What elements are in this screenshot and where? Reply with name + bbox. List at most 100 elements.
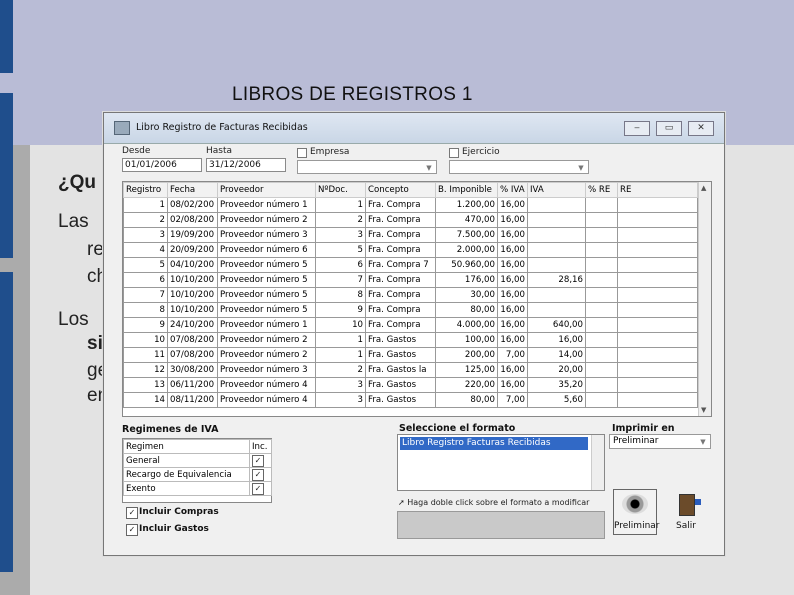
incluir-compras-label: Incluir Compras xyxy=(139,507,219,517)
regimenes-table[interactable]: Regimen Inc. General ✓ Recargo de Equiva… xyxy=(122,438,272,503)
formato-list[interactable]: Libro Registro Facturas Recibidas xyxy=(397,434,605,491)
checkbox-checked[interactable]: ✓ xyxy=(252,482,264,495)
table-cell: 04/10/200 xyxy=(167,257,218,273)
table-cell: 16,00 xyxy=(497,197,528,213)
preliminar-button[interactable]: Preliminar xyxy=(613,489,660,535)
eye-icon xyxy=(622,494,648,514)
chevron-down-icon: ▼ xyxy=(426,164,432,172)
table-cell: 176,00 xyxy=(435,272,498,288)
slide-text-fragment: ¿Qu xyxy=(58,172,96,193)
formato-scrollbar[interactable] xyxy=(591,435,604,490)
libro-registro-dialog: Libro Registro de Facturas Recibidas ‒ ▭… xyxy=(103,112,725,556)
checkbox-checked[interactable]: ✓ xyxy=(252,468,264,481)
table-cell xyxy=(585,242,618,258)
grid-scrollbar[interactable]: ▲ ▼ xyxy=(698,182,711,416)
table-cell: 30,00 xyxy=(435,287,498,303)
table-cell: Fra. Compra xyxy=(365,317,436,333)
column-header[interactable]: Concepto xyxy=(365,182,436,198)
table-row[interactable]: 11 07/08/200 Proveedor número 2 1 Fra. Gasto… xyxy=(123,347,698,363)
table-cell xyxy=(527,242,586,258)
scroll-up-icon[interactable]: ▲ xyxy=(701,184,706,192)
table-row[interactable]: 12 30/08/200 Proveedor número 3 2 Fra. Gasto… xyxy=(123,362,698,378)
table-cell: Fra. Gastos xyxy=(365,347,436,363)
table-cell: 16,00 xyxy=(497,287,528,303)
table-cell: 02/08/200 xyxy=(167,212,218,228)
table-cell: Fra. Compra xyxy=(365,287,436,303)
table-row[interactable]: 13 06/11/200 Proveedor número 4 3 Fra. Gasto… xyxy=(123,377,698,393)
empresa-checkbox[interactable] xyxy=(297,148,307,158)
formato-item-selected[interactable]: Libro Registro Facturas Recibidas xyxy=(400,437,588,450)
table-cell: 2 xyxy=(315,212,366,228)
table-row[interactable]: 9 24/10/200 Proveedor número 1 10 Fra. Compr… xyxy=(123,317,698,333)
title-bar[interactable]: Libro Registro de Facturas Recibidas ‒ ▭… xyxy=(104,113,724,144)
table-cell: 16,00 xyxy=(497,317,528,333)
table-cell: Fra. Compra xyxy=(365,197,436,213)
table-cell: 16,00 xyxy=(497,362,528,378)
formato-edit-area[interactable] xyxy=(397,511,605,539)
table-cell: 07/08/200 xyxy=(167,347,218,363)
column-header[interactable]: Fecha xyxy=(167,182,218,198)
table-cell: Fra. Gastos la xyxy=(365,362,436,378)
ejercicio-dropdown[interactable]: ▼ xyxy=(449,160,589,174)
table-row[interactable]: 7 10/10/200 Proveedor número 5 8 Fra. Compra… xyxy=(123,287,698,303)
table-cell: 6 xyxy=(123,272,168,288)
table-cell: 1 xyxy=(123,197,168,213)
table-cell xyxy=(617,197,698,213)
table-cell: 7,00 xyxy=(497,392,528,408)
table-cell xyxy=(617,302,698,318)
table-cell: 10 xyxy=(123,332,168,348)
table-cell xyxy=(527,197,586,213)
table-cell: 10 xyxy=(315,317,366,333)
maximize-button[interactable]: ▭ xyxy=(656,121,682,136)
table-row[interactable]: 14 08/11/200 Proveedor número 4 3 Fra. Gasto… xyxy=(123,392,698,408)
table-cell: 19/09/200 xyxy=(167,227,218,243)
table-cell: 5 xyxy=(315,242,366,258)
table-cell xyxy=(585,257,618,273)
incluir-compras-checkbox[interactable]: ✓ xyxy=(126,507,138,519)
incluir-gastos-checkbox[interactable]: ✓ xyxy=(126,524,138,536)
column-header[interactable]: B. Imponible xyxy=(435,182,498,198)
table-row[interactable]: 6 10/10/200 Proveedor número 5 7 Fra. Compra… xyxy=(123,272,698,288)
desde-date-field[interactable]: 01/01/2006 xyxy=(122,158,202,172)
table-cell: 2 xyxy=(315,362,366,378)
table-row[interactable]: 3 19/09/200 Proveedor número 3 3 Fra. Compra… xyxy=(123,227,698,243)
table-row[interactable]: Recargo de Equivalencia ✓ xyxy=(123,467,272,482)
table-cell: 30/08/200 xyxy=(167,362,218,378)
column-header[interactable]: Proveedor xyxy=(217,182,316,198)
table-row[interactable]: 2 02/08/200 Proveedor número 2 2 Fra. Compra… xyxy=(123,212,698,228)
table-row[interactable]: General ✓ xyxy=(123,453,272,468)
table-row[interactable]: 4 20/09/200 Proveedor número 6 5 Fra. Compra… xyxy=(123,242,698,258)
regimenes-title: Regimenes de IVA xyxy=(122,424,219,435)
table-row[interactable]: 5 04/10/200 Proveedor número 5 6 Fra. Compra… xyxy=(123,257,698,273)
table-row[interactable]: 1 08/02/200 Proveedor número 1 1 Fra. Compra… xyxy=(123,197,698,213)
slide-text-fragment: si xyxy=(87,333,103,354)
empresa-label: Empresa xyxy=(310,147,350,157)
table-cell: 50.960,00 xyxy=(435,257,498,273)
table-row[interactable]: 8 10/10/200 Proveedor número 5 9 Fra. Compra… xyxy=(123,302,698,318)
empresa-dropdown[interactable]: ▼ xyxy=(297,160,437,174)
ejercicio-checkbox[interactable] xyxy=(449,148,459,158)
checkbox-checked[interactable]: ✓ xyxy=(252,454,264,467)
scroll-down-icon[interactable]: ▼ xyxy=(701,406,706,414)
column-header[interactable]: Registro xyxy=(123,182,168,198)
column-header[interactable]: NºDoc. xyxy=(315,182,366,198)
table-cell xyxy=(617,392,698,408)
table-cell: 16,00 xyxy=(497,332,528,348)
column-header[interactable]: % IVA xyxy=(497,182,528,198)
salir-button[interactable]: Salir xyxy=(668,489,704,535)
window-title: Libro Registro de Facturas Recibidas xyxy=(136,122,308,133)
table-cell: 16,00 xyxy=(497,257,528,273)
table-cell: 06/11/200 xyxy=(167,377,218,393)
table-header-row: Regimen Inc. xyxy=(123,439,272,454)
table-row[interactable]: Exento ✓ xyxy=(123,481,272,496)
facturas-grid[interactable]: Registro Fecha Proveedor NºDoc. Concepto B. I… xyxy=(122,181,712,417)
minimize-button[interactable]: ‒ xyxy=(624,121,650,136)
hasta-date-field[interactable]: 31/12/2006 xyxy=(206,158,286,172)
column-header[interactable]: RE xyxy=(617,182,698,198)
close-button[interactable]: ✕ xyxy=(688,121,714,136)
imprimir-dropdown[interactable]: Preliminar ▼ xyxy=(609,434,711,449)
table-cell: Proveedor número 4 xyxy=(217,392,316,408)
column-header[interactable]: IVA xyxy=(527,182,586,198)
column-header[interactable]: % RE xyxy=(585,182,618,198)
table-row[interactable]: 10 07/08/200 Proveedor número 2 1 Fra. Gasto… xyxy=(123,332,698,348)
